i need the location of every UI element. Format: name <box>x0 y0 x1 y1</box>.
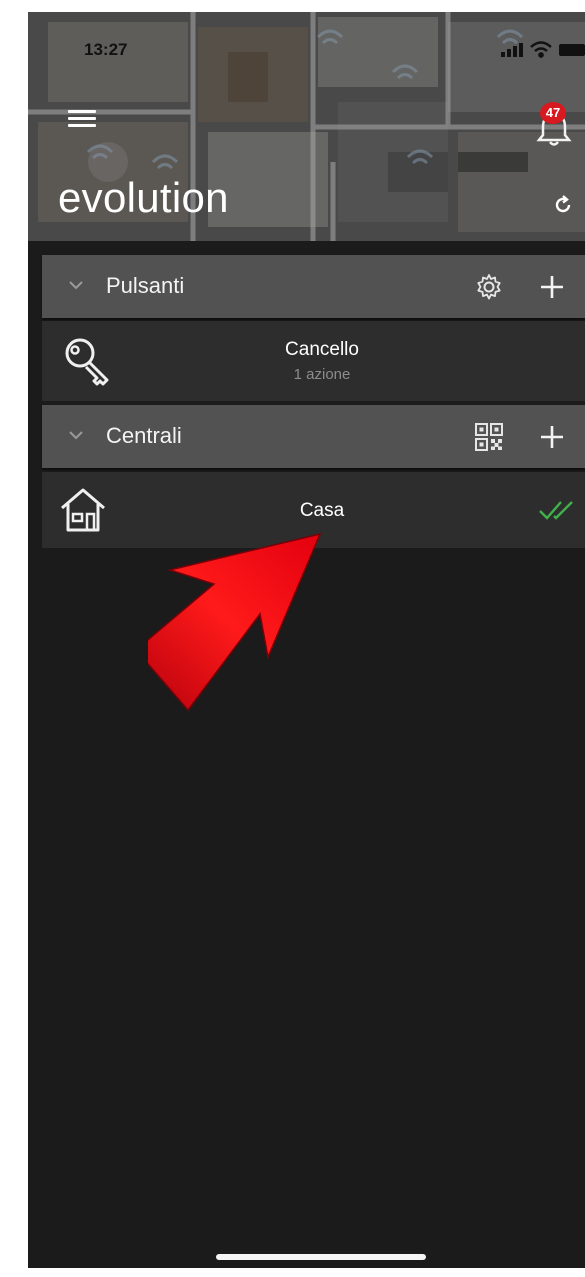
chevron-down-icon <box>69 281 83 290</box>
item-title: Casa <box>299 500 345 521</box>
app-screen: 13:27 47 evolution Pulsanti Cancello 1 a… <box>28 12 585 1268</box>
signal-icon <box>501 43 523 57</box>
add-button-pulsanti[interactable] <box>538 273 566 301</box>
status-time: 13:27 <box>84 40 128 59</box>
home-indicator[interactable] <box>216 1254 426 1260</box>
refresh-icon[interactable] <box>550 192 576 218</box>
item-title: Cancello <box>285 339 359 360</box>
section-header-centrali[interactable]: Centrali <box>42 405 585 468</box>
chevron-down-icon <box>69 431 83 440</box>
gear-icon[interactable] <box>474 272 504 302</box>
notifications-button[interactable]: 47 <box>532 100 576 150</box>
page-title: evolution <box>58 174 229 221</box>
section-label: Pulsanti <box>106 273 185 298</box>
section-label: Centrali <box>106 423 182 448</box>
battery-icon <box>559 44 585 56</box>
item-subtitle: 1 azione <box>293 366 351 383</box>
qr-code-icon[interactable] <box>474 422 504 452</box>
add-button-centrali[interactable] <box>538 423 566 451</box>
wifi-icon <box>530 41 552 58</box>
menu-button[interactable] <box>68 110 98 132</box>
annotation-arrow <box>148 532 322 712</box>
status-icons <box>501 41 585 58</box>
header: 13:27 47 evolution <box>28 12 585 241</box>
double-check-icon <box>539 501 573 520</box>
notification-badge: 47 <box>540 102 566 124</box>
list-item-cancello[interactable]: Cancello 1 azione <box>42 321 585 401</box>
section-header-pulsanti[interactable]: Pulsanti <box>42 255 585 318</box>
